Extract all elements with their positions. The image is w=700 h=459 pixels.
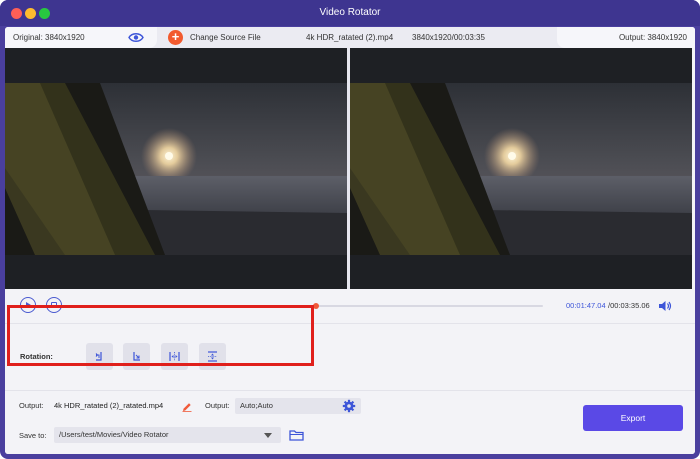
window-title: Video Rotator: [319, 7, 381, 18]
add-source-icon[interactable]: +: [168, 30, 183, 45]
volume-icon[interactable]: [658, 300, 672, 312]
output-file-name: 4k HDR_ratated (2)_ratated.mp4: [54, 401, 164, 410]
total-time: /00:03:35.06: [608, 301, 650, 310]
output-tab: Output: 3840x1920: [557, 27, 695, 48]
save-path-value: /Users/test/Movies/Video Rotator: [59, 430, 169, 439]
output-preview: [350, 48, 692, 289]
save-path-select[interactable]: /Users/test/Movies/Video Rotator: [54, 427, 281, 443]
original-preview: [5, 48, 347, 289]
info-bar: Original: 3840x1920 + Change Source File…: [5, 27, 695, 48]
eye-icon[interactable]: [128, 32, 144, 43]
output-format-label: Output:: [205, 401, 230, 410]
source-file-info: 3840x1920/00:03:35: [412, 33, 485, 42]
output-format-value: Auto;Auto: [240, 401, 273, 410]
export-button[interactable]: Export: [583, 405, 683, 431]
app-window: Video Rotator Original: 3840x1920 + Chan…: [0, 0, 700, 459]
save-to-label: Save to:: [19, 431, 47, 440]
output-video-frame: [350, 48, 692, 289]
original-resolution: Original: 3840x1920: [13, 33, 85, 42]
original-video-frame: [5, 48, 347, 289]
original-tab: Original: 3840x1920: [5, 27, 157, 48]
folder-icon[interactable]: [289, 429, 304, 441]
output-settings: Output: 4k HDR_ratated (2)_ratated.mp4 O…: [5, 390, 695, 454]
rotation-highlight-box: [7, 305, 314, 366]
output-resolution: Output: 3840x1920: [618, 33, 687, 42]
change-source-button[interactable]: Change Source File: [190, 27, 261, 48]
title-bar: Video Rotator: [0, 0, 700, 26]
current-time: 00:01:47.04: [566, 301, 606, 310]
output-file-label: Output:: [19, 401, 44, 410]
gear-icon[interactable]: [342, 399, 356, 413]
chevron-down-icon[interactable]: [264, 433, 272, 438]
main-content: Original: 3840x1920 + Change Source File…: [5, 27, 695, 454]
source-file-name: 4k HDR_ratated (2).mp4: [306, 33, 394, 42]
edit-pencil-icon[interactable]: [182, 402, 192, 412]
